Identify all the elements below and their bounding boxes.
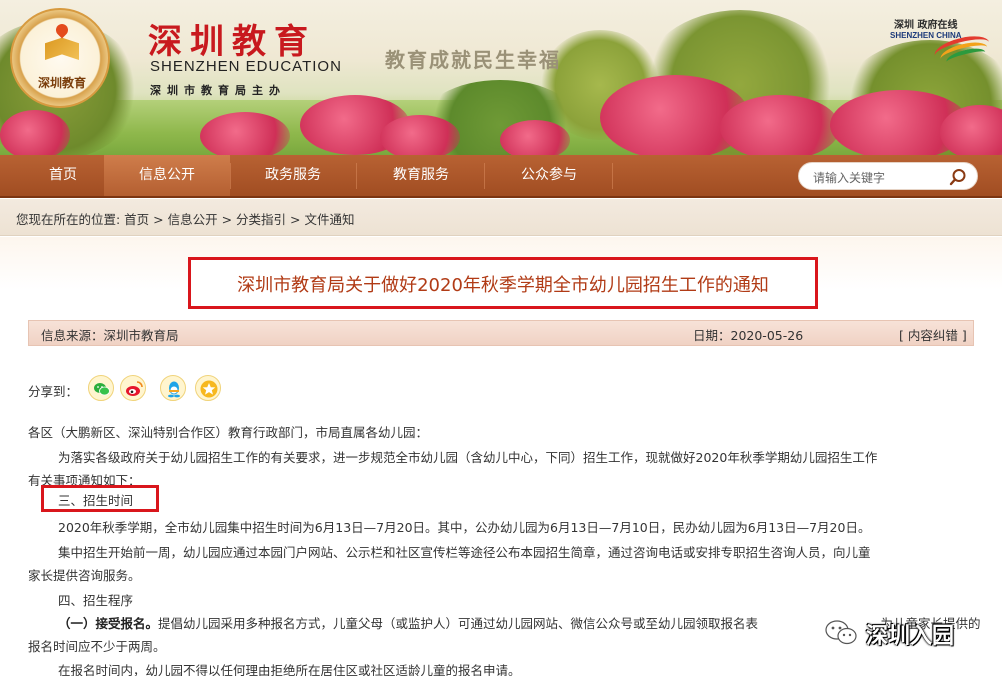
watermark-text: 深圳入园 (866, 624, 955, 649)
banner-flower (500, 120, 570, 155)
partner-logo-cn: 深圳 政府在线 (894, 20, 958, 31)
nav-divider (484, 163, 485, 189)
banner-flower (380, 115, 460, 155)
logo-text: 深圳教育 (37, 76, 86, 90)
shenzhen-government-logo[interactable]: 深圳 政府在线 SHENZHEN CHINA (890, 16, 992, 69)
weibo-icon[interactable] (120, 375, 146, 401)
site-subtitle: SHENZHEN EDUCATION (150, 58, 342, 75)
site-slogan: 教育成就民生幸福 (385, 48, 561, 72)
breadcrumb[interactable]: 您现在所在的位置: 首页 > 信息公开 > 分类指引 > 文件通知 (16, 209, 354, 228)
article-greeting: 各区（大鹏新区、深汕特别合作区）教育行政部门，市局直属各幼儿园： (28, 425, 429, 440)
article-paragraph: 2020年秋季学期，全市幼儿园集中招生时间为6月13日—7月20日。其中，公办幼… (58, 520, 871, 535)
nav-divider (356, 163, 357, 189)
article-paragraph: 报名时间应不少于两周。 (28, 639, 166, 654)
article-paragraph: （一）接受报名。提倡幼儿园采用多种报名方式，儿童父母（或监护人）可通过幼儿园网站… (58, 613, 758, 632)
article-paragraph: 家长提供咨询服务。 (28, 568, 141, 583)
share-label: 分享到： (28, 384, 79, 399)
nav-item-government-services[interactable]: 政务服务 (230, 155, 356, 196)
section-heading-enrollment-time: 三、招生时间 (58, 493, 134, 508)
wechat-logo-icon (825, 620, 857, 645)
subsection-heading: （一）接受报名。 (58, 616, 159, 631)
article-date: 日期：2020-05-26 (693, 328, 804, 343)
flame-icon (53, 21, 71, 39)
qq-icon[interactable] (160, 375, 186, 401)
nav-item-info-disclosure[interactable]: 信息公开 (104, 155, 230, 196)
nav-divider (612, 163, 613, 189)
site-banner: 深圳教育 深圳教育 SHENZHEN EDUCATION 深圳市教育局主办 教育… (0, 0, 1002, 155)
article-text: 提倡幼儿园采用多种报名方式，儿童父母（或监护人）可通过幼儿园网站、微信公众号或至… (158, 616, 759, 631)
section-heading-enrollment-procedure: 四、招生程序 (58, 593, 134, 608)
content-correction-link[interactable]: [ 内容纠错 ] (899, 325, 967, 344)
partner-logo-en: SHENZHEN CHINA (890, 31, 962, 40)
search-box[interactable]: 请输入关键字 (798, 162, 978, 190)
site-logo[interactable]: 深圳教育 (10, 8, 110, 108)
search-input[interactable]: 请输入关键字 (813, 169, 885, 186)
article-paragraph: 为落实各级政府关于幼儿园招生工作的有关要求，进一步规范全市幼儿园（含幼儿中心，下… (58, 450, 878, 465)
article-paragraph: 集中招生开始前一周，幼儿园应通过本园门户网站、公示栏和社区宣传栏等途径公布本园招… (58, 545, 871, 560)
site-host: 深圳市教育局主办 (150, 84, 286, 97)
banner-flower (200, 112, 290, 155)
site-title: 深圳教育 (148, 22, 316, 62)
article-title: 深圳市教育局关于做好2020年秋季学期全市幼儿园招生工作的通知 (237, 275, 769, 296)
article-title-highlight: 深圳市教育局关于做好2020年秋季学期全市幼儿园招生工作的通知 (188, 257, 818, 309)
search-icon[interactable] (949, 168, 967, 186)
article-source: 信息来源：深圳市教育局 (41, 328, 179, 343)
banner-flower (0, 110, 70, 155)
article-paragraph: 在报名时间内，幼儿园不得以任何理由拒绝所在居住区或社区适龄儿童的报名申请。 (58, 663, 521, 676)
breadcrumb-bar: 您现在所在的位置: 首页 > 信息公开 > 分类指引 > 文件通知 (0, 199, 1002, 236)
banner-flower (720, 95, 840, 155)
nav-item-education-services[interactable]: 教育服务 (358, 155, 484, 196)
nav-item-public-participation[interactable]: 公众参与 (486, 155, 612, 196)
wechat-icon[interactable] (88, 375, 114, 401)
star-icon[interactable] (195, 375, 221, 401)
article-info-bar: 信息来源：深圳市教育局 日期：2020-05-26 [ 内容纠错 ] (28, 320, 974, 346)
wechat-watermark: 深圳入园 (818, 615, 988, 649)
